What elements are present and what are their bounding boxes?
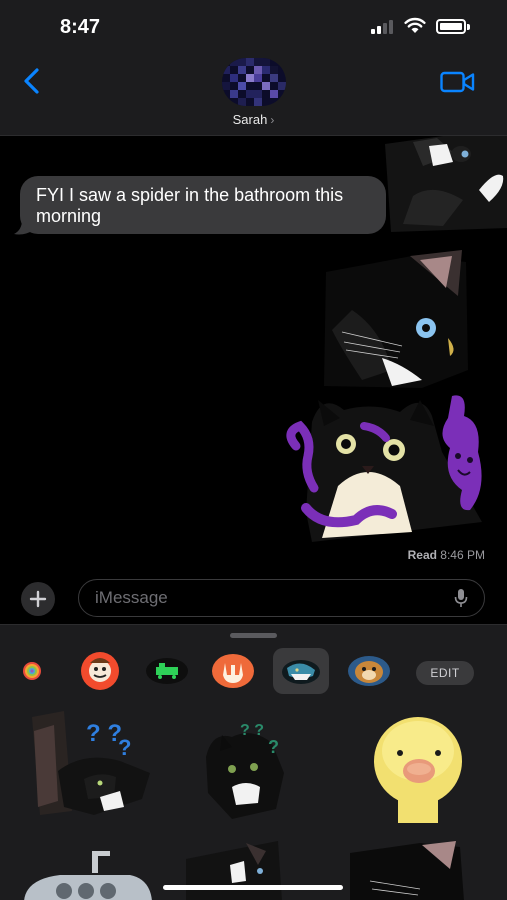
compose-bar [0, 576, 507, 624]
microphone-icon[interactable] [454, 589, 468, 608]
chevron-right-icon: › [270, 113, 275, 127]
status-time: 8:47 [60, 16, 101, 38]
app-drawer: EDIT ? ? ? ? ? ? [0, 624, 507, 900]
svg-text:?: ? [268, 737, 279, 757]
sticker-cat-closeup-small[interactable] [350, 841, 464, 900]
received-message-bubble[interactable]: FYI I saw a spider in the bathroom this … [20, 176, 386, 234]
dog-sticker-pack-icon[interactable] [347, 651, 391, 691]
cat-sticker-pack-icon[interactable] [273, 648, 329, 694]
battery-cap [467, 24, 470, 30]
svg-text:? ?: ? ? [240, 722, 264, 739]
cellular-signal-icon [371, 20, 397, 34]
contact-avatar[interactable] [222, 58, 286, 106]
drawer-grabber[interactable] [230, 633, 277, 638]
cat-sticker-sleeping[interactable] [383, 136, 507, 232]
wifi-icon [404, 17, 426, 33]
home-indicator[interactable] [163, 885, 343, 890]
contact-name[interactable]: Sarah › [0, 112, 507, 127]
battery-icon [436, 19, 466, 34]
sticker-cat-green-question-marks[interactable]: ? ? ? [202, 713, 304, 821]
cat-sticker-closeup[interactable] [322, 250, 472, 390]
plus-icon [29, 590, 47, 608]
memoji-app-icon[interactable] [78, 651, 122, 691]
read-receipt: Read 8:46 PM [408, 548, 485, 562]
sticker-duckling[interactable] [372, 711, 464, 823]
conversation-header: Sarah › [0, 56, 507, 136]
chevron-left-icon[interactable] [18, 66, 48, 96]
svg-text:?: ? [118, 735, 131, 760]
rock-gesture-app-icon[interactable] [211, 651, 255, 691]
cat-sticker-purple-ghost[interactable] [282, 392, 494, 544]
video-camera-icon[interactable] [440, 71, 476, 93]
game-app-icon[interactable] [145, 651, 189, 691]
photos-app-icon[interactable] [10, 651, 54, 691]
message-input[interactable] [95, 580, 435, 615]
plus-button[interactable] [21, 582, 55, 616]
sticker-cat-sleeping-small[interactable] [186, 841, 282, 900]
message-input-container[interactable] [78, 579, 485, 617]
contact-name-label: Sarah [232, 112, 268, 127]
svg-text:? ?: ? ? [86, 720, 122, 747]
read-receipt-time: 8:46 PM [440, 548, 485, 562]
message-thread[interactable]: FYI I saw a spider in the bathroom this … [0, 136, 507, 576]
edit-apps-button[interactable]: EDIT [416, 661, 474, 685]
read-receipt-label: Read [407, 548, 437, 562]
status-bar: 8:47 [0, 0, 507, 56]
sticker-cat-question-marks[interactable]: ? ? ? [24, 711, 152, 819]
received-message-text: FYI I saw a spider in the bathroom this … [36, 185, 344, 226]
sticker-submarine[interactable] [20, 849, 156, 900]
